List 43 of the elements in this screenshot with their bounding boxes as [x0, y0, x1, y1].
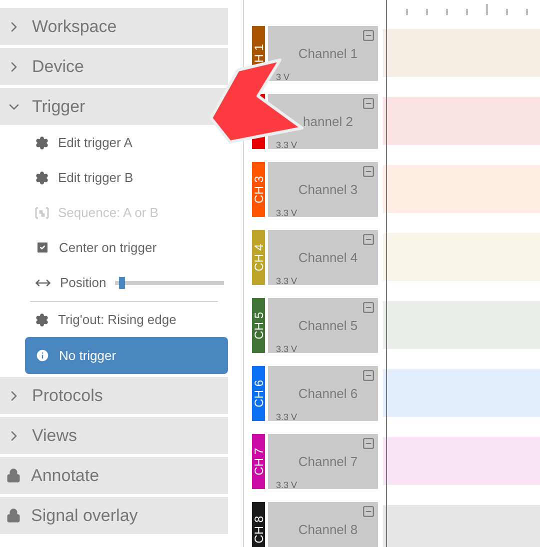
sequence-icon: [35, 206, 49, 218]
item-label: Position: [60, 275, 106, 290]
menu-item[interactable]: Trig'out: Rising edge: [25, 302, 180, 337]
channel-header[interactable]: Channel 1 3 V: [268, 26, 378, 81]
checkbox[interactable]: Center on trigger: [25, 230, 161, 265]
settings-icon: [35, 170, 49, 184]
channel-tag: CH 4: [252, 230, 265, 285]
collapse-icon[interactable]: [362, 97, 375, 110]
channel-tag: CH 7: [252, 434, 265, 489]
section-header[interactable]: Device: [0, 48, 228, 85]
slider-thumb[interactable]: [118, 276, 124, 288]
channel-tag: CH 3: [252, 162, 265, 217]
section-header[interactable]: Workspace: [0, 8, 228, 45]
menu-item[interactable]: Edit trigger B: [25, 160, 138, 195]
settings-icon: [35, 312, 49, 326]
collapse-icon[interactable]: [362, 505, 375, 518]
collapse-icon[interactable]: [362, 29, 375, 42]
channel-tag: CH 6: [252, 366, 265, 421]
channel-tag: CH 8: [252, 502, 265, 547]
no-trigger-button[interactable]: No trigger: [25, 337, 228, 374]
section-header[interactable]: Protocols: [0, 377, 228, 414]
lock-icon: [6, 508, 21, 523]
lock-icon: [6, 468, 21, 483]
settings-icon: [35, 136, 49, 150]
checkbox-checked-icon: [35, 240, 50, 255]
collapse-icon[interactable]: [362, 233, 375, 246]
collapse-icon[interactable]: [362, 437, 375, 450]
channel-header[interactable]: Channel 6 3.3 V: [268, 366, 378, 421]
info-icon: [35, 348, 50, 363]
channel-header[interactable]: Channel 5 3.3 V: [268, 298, 378, 353]
channel-tag: CH 5: [252, 298, 265, 353]
collapse-icon[interactable]: [362, 301, 375, 314]
channel-header[interactable]: Channel 4 3.3 V: [268, 230, 378, 285]
channel-header[interactable]: Channel 7 3.3 V: [268, 434, 378, 489]
section-header[interactable]: Signal overlay: [0, 497, 228, 534]
collapse-icon[interactable]: [362, 165, 375, 178]
collapse-icon[interactable]: [362, 369, 375, 382]
section-header[interactable]: Views: [0, 417, 228, 454]
channel-header[interactable]: Channel 8: [268, 502, 378, 547]
menu-item[interactable]: Edit trigger A: [25, 125, 136, 160]
section-header[interactable]: Annotate: [0, 457, 228, 494]
channel-header[interactable]: Channel 3 3.3 V: [268, 162, 378, 217]
section-header[interactable]: Trigger: [0, 88, 228, 125]
